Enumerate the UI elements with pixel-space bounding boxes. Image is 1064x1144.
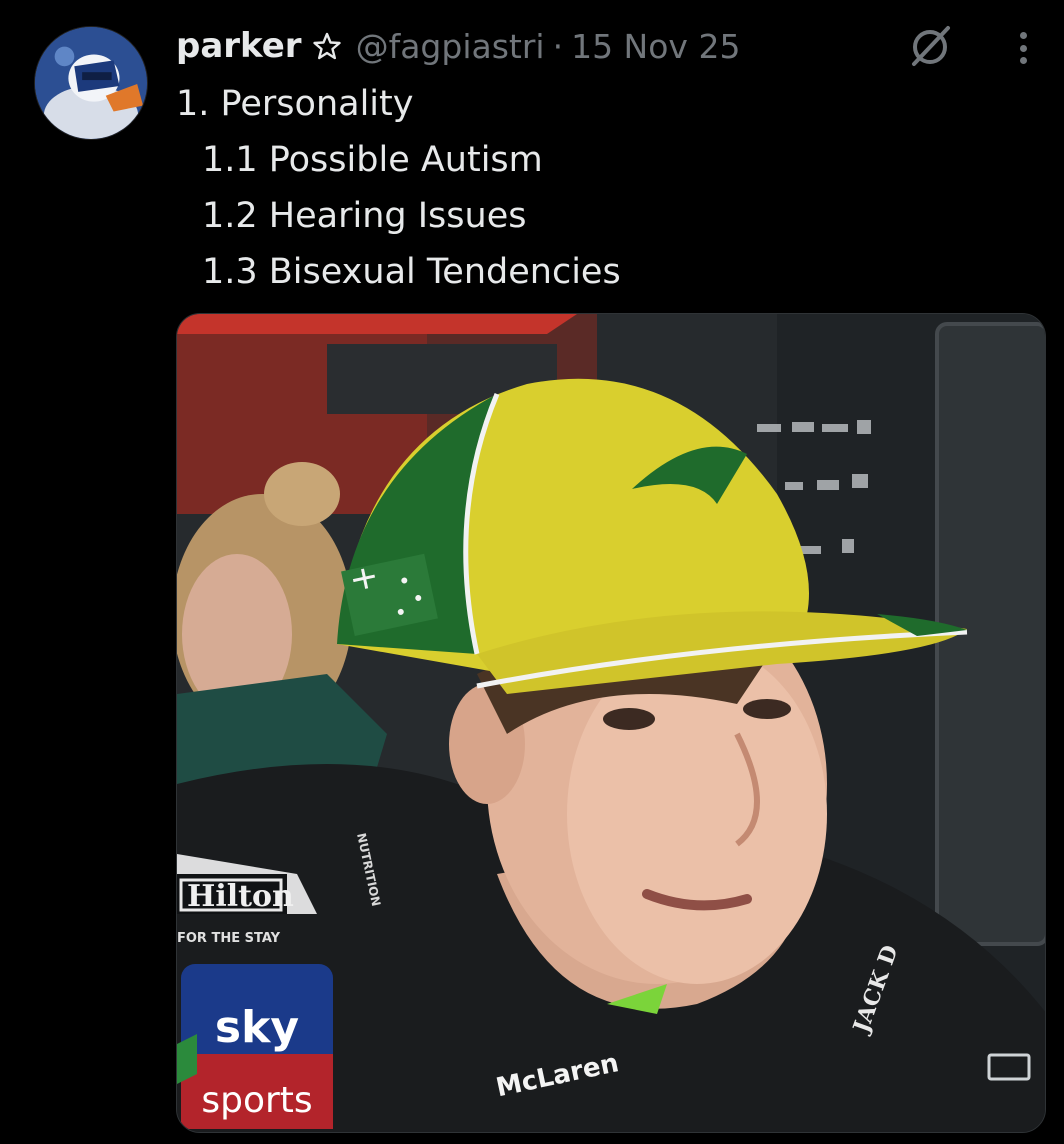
post-text-line: 1.1 Possible Autism xyxy=(202,140,543,180)
media-rect-icon[interactable] xyxy=(986,1052,1032,1082)
grok-slash-icon[interactable] xyxy=(904,20,956,72)
post-text-line: 1.3 Bisexual Tendencies xyxy=(202,252,621,292)
post[interactable]: parker @fagpiastri · 15 Nov 25 1. Person… xyxy=(0,0,1064,1144)
more-vertical-icon[interactable] xyxy=(1008,28,1038,68)
post-text-line: 1.2 Hearing Issues xyxy=(202,196,527,236)
hilton-label: Hilton xyxy=(187,879,294,914)
author-name[interactable]: parker xyxy=(176,26,302,66)
photo-driver-in-cap: sky sports Hilton FOR THE STAY McLaren J… xyxy=(177,314,1045,1132)
post-text-line: 1. Personality xyxy=(176,84,414,124)
sky-label: sky xyxy=(215,1002,299,1053)
sports-label: sports xyxy=(201,1080,312,1121)
author-avatar[interactable] xyxy=(34,26,148,140)
star-outline-icon xyxy=(312,31,342,61)
post-header: parker @fagpiastri · 15 Nov 25 xyxy=(176,20,740,72)
post-media-image[interactable]: sky sports Hilton FOR THE STAY McLaren J… xyxy=(176,313,1046,1133)
post-date[interactable]: 15 Nov 25 xyxy=(571,27,740,66)
avatar-image xyxy=(35,27,147,139)
post-text: 1. Personality 1.1 Possible Autism 1.2 H… xyxy=(176,76,621,300)
author-handle[interactable]: @fagpiastri xyxy=(356,27,545,66)
hilton-sub-label: FOR THE STAY xyxy=(177,931,281,946)
meta-separator: · xyxy=(552,26,564,66)
